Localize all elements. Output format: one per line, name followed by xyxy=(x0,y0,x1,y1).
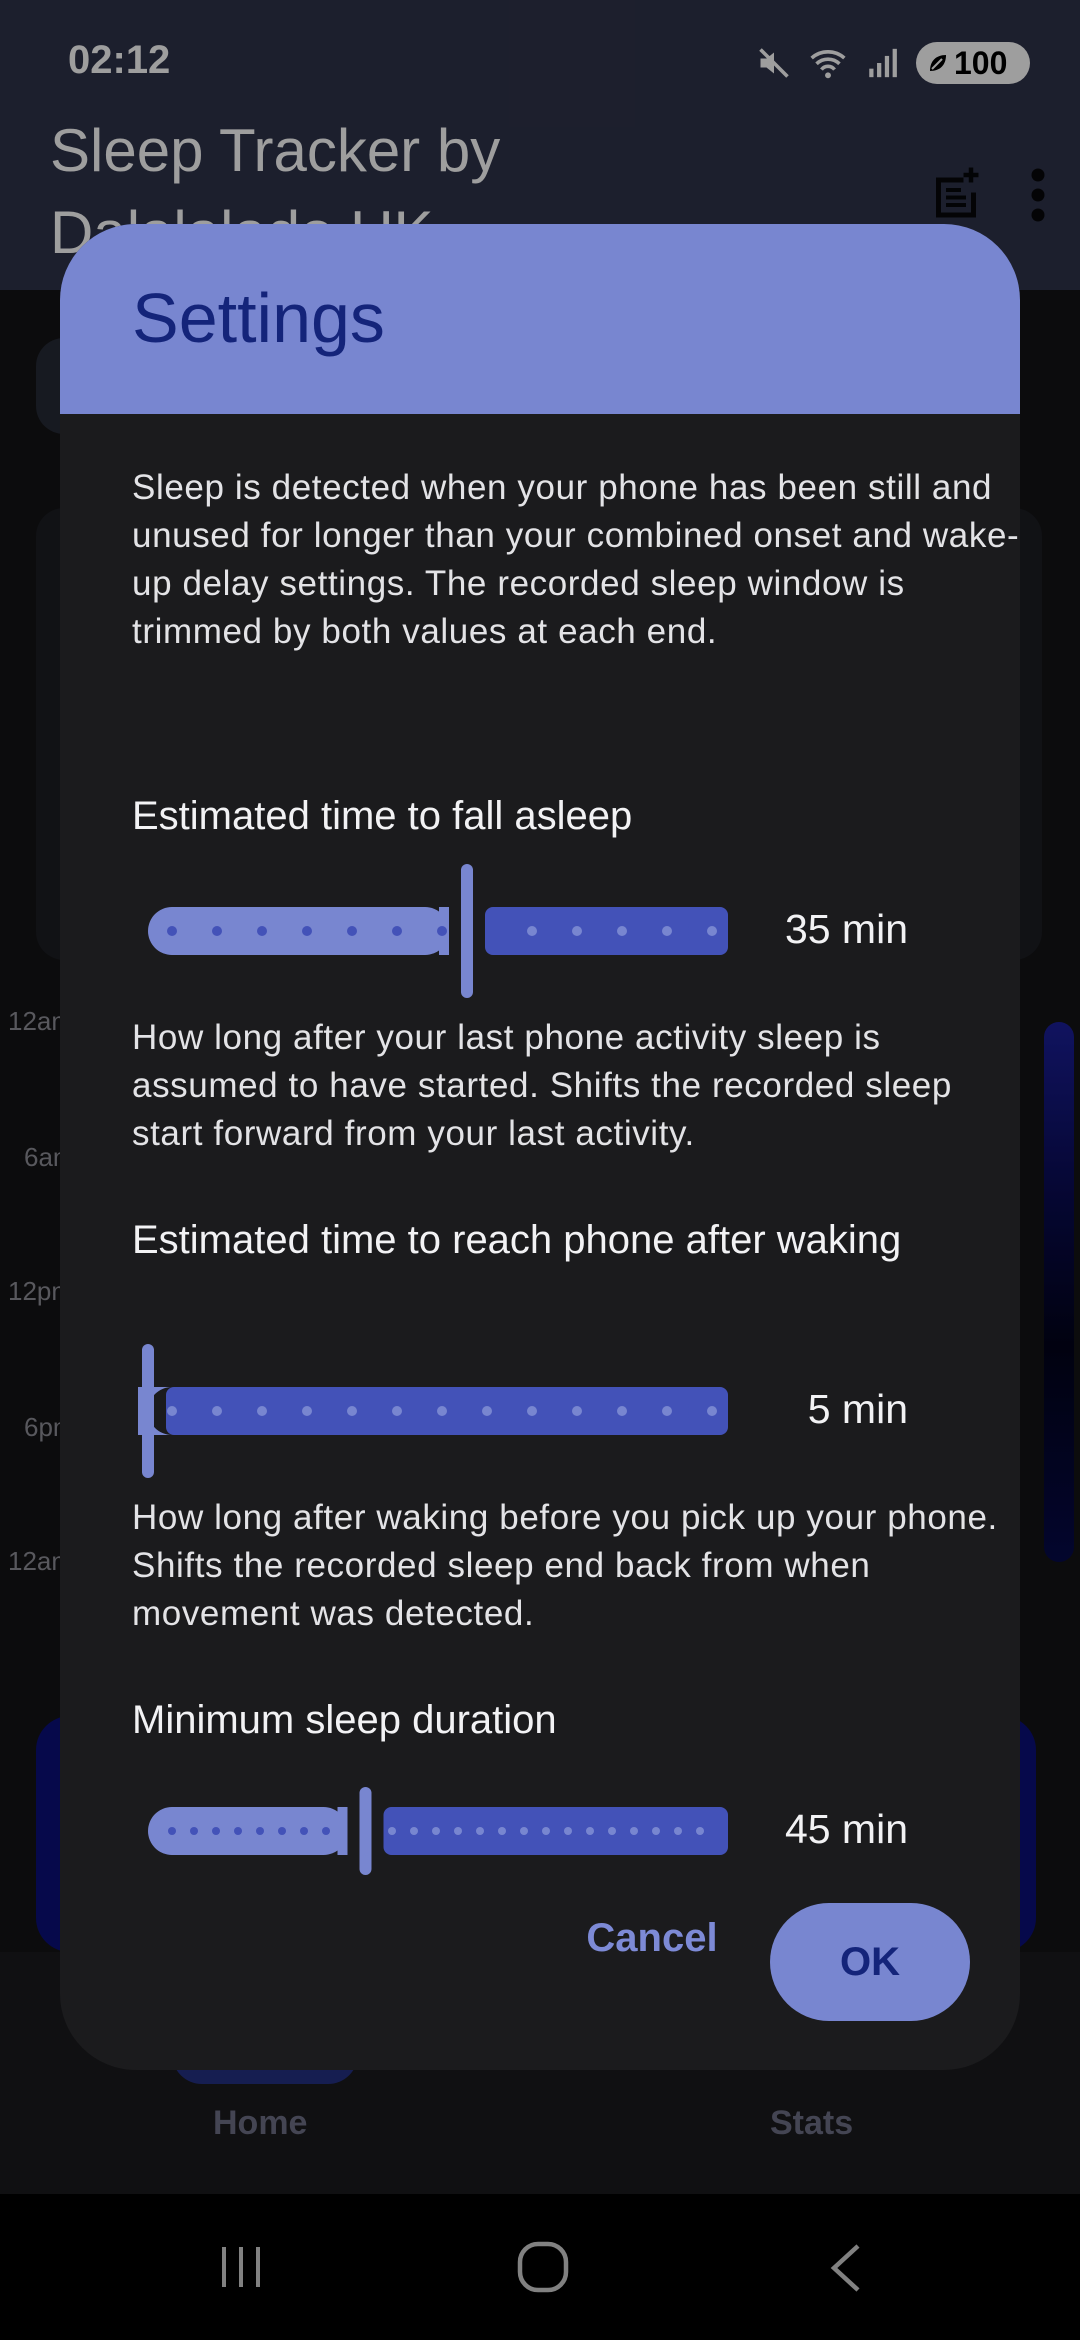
slider-tick xyxy=(278,1827,286,1835)
slider-tick xyxy=(527,1406,537,1416)
slider-tick xyxy=(476,1827,484,1835)
slider-tick xyxy=(542,1827,550,1835)
slider-handle[interactable] xyxy=(359,1787,372,1875)
slider-tick xyxy=(167,926,177,936)
slider-tick xyxy=(300,1827,308,1835)
slider-tick xyxy=(482,1406,492,1416)
slider-tick xyxy=(572,1406,582,1416)
slider-tick xyxy=(322,1827,330,1835)
slider-handle[interactable] xyxy=(142,1344,154,1478)
slider-tick xyxy=(410,1827,418,1835)
settings-dialog: Settings Sleep is detected when your pho… xyxy=(60,224,1020,2070)
slider-tick xyxy=(392,1406,402,1416)
slider-tick xyxy=(437,926,447,936)
min-duration-label: Minimum sleep duration xyxy=(132,1698,557,1742)
fall-asleep-description: How long after your last phone activity … xyxy=(132,1018,952,1153)
slider-tick xyxy=(212,1827,220,1835)
slider-tick xyxy=(256,1827,264,1835)
slider-tick xyxy=(347,1406,357,1416)
slider-tick xyxy=(168,1827,176,1835)
slider-tick xyxy=(190,1827,198,1835)
dialog-intro-text: Sleep is detected when your phone has be… xyxy=(132,468,1020,651)
slider-tick xyxy=(630,1827,638,1835)
slider-tick xyxy=(257,1406,267,1416)
slider-tick xyxy=(617,926,627,936)
slider-tick xyxy=(527,926,537,936)
slider-tick xyxy=(586,1827,594,1835)
wake-delay-description: How long after waking before you pick up… xyxy=(132,1498,998,1633)
slider-tick xyxy=(432,1827,440,1835)
dialog-title: Settings xyxy=(132,279,385,357)
slider-tick xyxy=(388,1827,396,1835)
slider-tick xyxy=(572,926,582,936)
slider-tick xyxy=(608,1827,616,1835)
slider-tick xyxy=(564,1827,572,1835)
min-duration-value: 45 min xyxy=(784,1806,908,1852)
wake-delay-value: 5 min xyxy=(807,1386,908,1432)
slider-tick xyxy=(498,1827,506,1835)
slider-tick xyxy=(520,1827,528,1835)
slider-tick xyxy=(347,926,357,936)
slider-tick xyxy=(212,1406,222,1416)
slider-tick xyxy=(302,926,312,936)
fall-asleep-value: 35 min xyxy=(784,906,908,952)
slider-tick xyxy=(454,1827,462,1835)
slider-tick xyxy=(392,926,402,936)
slider-active-track xyxy=(148,907,449,955)
slider-tick xyxy=(437,1406,447,1416)
slider-tick xyxy=(234,1827,242,1835)
slider-active-track-end xyxy=(337,1807,348,1855)
ok-button[interactable]: OK xyxy=(770,1903,970,2021)
slider-tick xyxy=(167,1406,177,1416)
dialog-header: Settings xyxy=(60,224,1020,414)
fall-asleep-label: Estimated time to fall asleep xyxy=(132,794,633,838)
slider-handle[interactable] xyxy=(461,864,473,998)
cancel-button[interactable]: Cancel xyxy=(552,1896,752,1980)
slider-tick xyxy=(617,1406,627,1416)
slider-tick xyxy=(302,1406,312,1416)
slider-tick xyxy=(212,926,222,936)
wake-delay-label: Estimated time to reach phone after waki… xyxy=(132,1218,902,1262)
slider-active-track xyxy=(148,1807,348,1855)
slider-tick xyxy=(257,926,267,936)
